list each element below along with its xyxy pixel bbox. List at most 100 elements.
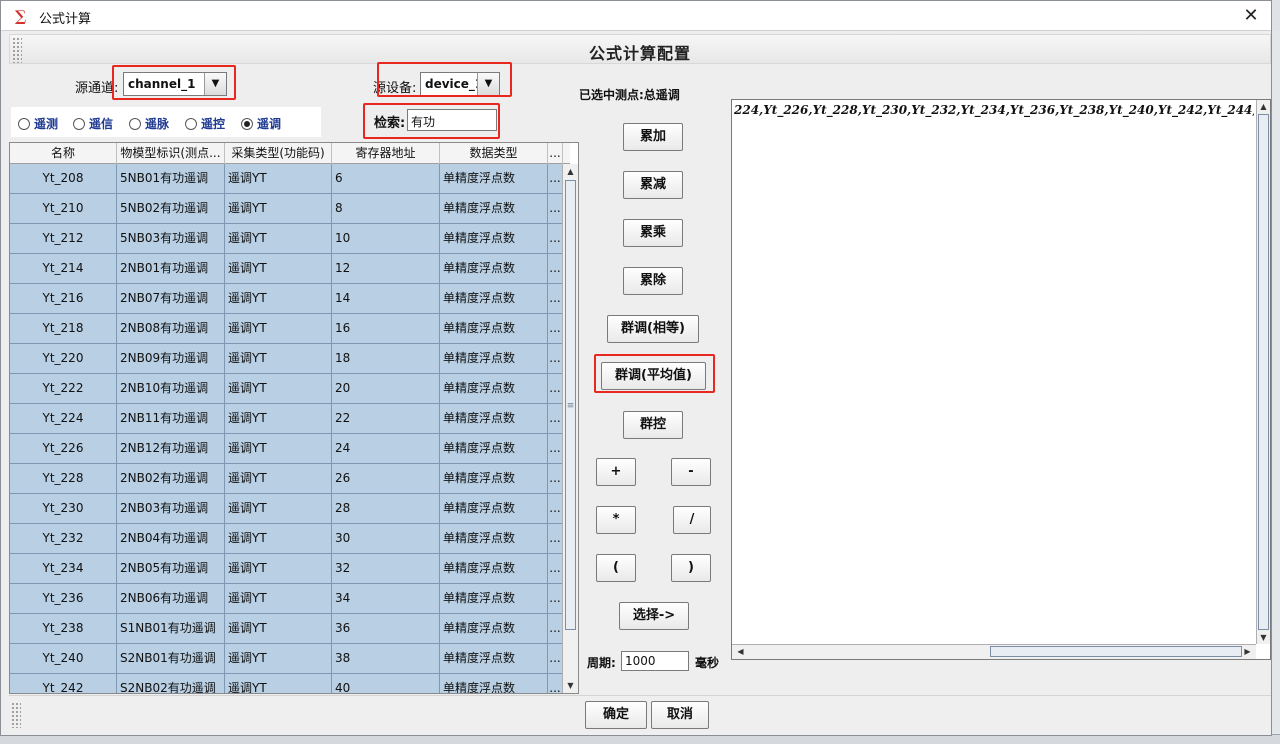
drag-grip-icon[interactable] xyxy=(11,702,21,728)
device-select[interactable]: device_1 ▼ xyxy=(420,72,500,96)
table-row[interactable]: Yt_242 S2NB02有功遥调 遥调YT 40 单精度浮点数... xyxy=(10,674,563,693)
cell-name: Yt_240 xyxy=(10,644,117,674)
accumulate-divide-button[interactable]: 累除 xyxy=(623,267,683,295)
group-adjust-equal-button[interactable]: 群调(相等) xyxy=(607,315,699,343)
formula-horizontal-scrollbar[interactable]: ◀ ▶ xyxy=(732,644,1256,659)
cell-collect-type: 遥调YT xyxy=(225,434,332,464)
column-header-more[interactable]: ... xyxy=(548,143,563,164)
cell-collect-type: 遥调YT xyxy=(225,494,332,524)
accumulate-subtract-button[interactable]: 累减 xyxy=(623,171,683,199)
table-scrollbar[interactable]: ▲ ▼ xyxy=(562,164,578,693)
cancel-button[interactable]: 取消 xyxy=(651,701,709,729)
chevron-down-icon[interactable]: ▼ xyxy=(204,73,226,95)
cell-register-address: 40 xyxy=(332,674,440,693)
cell-more: ... xyxy=(548,284,563,314)
table-row[interactable]: Yt_232 2NB04有功遥调 遥调YT 30 单精度浮点数... xyxy=(10,524,563,554)
cell-register-address: 38 xyxy=(332,644,440,674)
multiply-button[interactable]: * xyxy=(596,506,636,534)
scrollbar-thumb[interactable] xyxy=(1258,114,1269,630)
channel-label: 源通道: xyxy=(75,81,119,96)
scroll-down-icon[interactable]: ▼ xyxy=(1257,631,1270,644)
scrollbar-thumb[interactable] xyxy=(990,646,1242,657)
minus-button[interactable]: - xyxy=(671,458,711,486)
chevron-down-icon[interactable]: ▼ xyxy=(477,73,499,95)
formula-text[interactable]: 224,Yt_226,Yt_228,Yt_230,Yt_232,Yt_234,Y… xyxy=(734,103,1254,117)
plus-button[interactable]: + xyxy=(596,458,636,486)
cell-collect-type: 遥调YT xyxy=(225,554,332,584)
divide-button[interactable]: / xyxy=(673,506,711,534)
radio-yaokong[interactable]: 遥控 xyxy=(185,115,225,132)
column-header-collect-type[interactable]: 采集类型(功能码) xyxy=(225,143,332,164)
table-row[interactable]: Yt_224 2NB11有功遥调 遥调YT 22 单精度浮点数... xyxy=(10,404,563,434)
scroll-right-icon[interactable]: ▶ xyxy=(1241,645,1254,658)
channel-select-value: channel_1 xyxy=(128,77,196,91)
select-button[interactable]: 选择-> xyxy=(619,602,689,630)
cell-name: Yt_230 xyxy=(10,494,117,524)
cell-name: Yt_226 xyxy=(10,434,117,464)
table-row[interactable]: Yt_226 2NB12有功遥调 遥调YT 24 单精度浮点数... xyxy=(10,434,563,464)
column-header-model-id[interactable]: 物模型标识(测点... xyxy=(117,143,225,164)
cell-more: ... xyxy=(548,314,563,344)
formula-vertical-scrollbar[interactable]: ▲ ▼ xyxy=(1256,100,1270,644)
channel-select[interactable]: channel_1 ▼ xyxy=(123,72,227,96)
cell-model-id: 2NB05有功遥调 xyxy=(117,554,225,584)
cell-more: ... xyxy=(548,224,563,254)
scroll-left-icon[interactable]: ◀ xyxy=(734,645,747,658)
radio-yaoxin[interactable]: 遥信 xyxy=(73,115,113,132)
group-control-button[interactable]: 群控 xyxy=(623,411,683,439)
table-row[interactable]: Yt_218 2NB08有功遥调 遥调YT 16 单精度浮点数... xyxy=(10,314,563,344)
cell-model-id: 5NB02有功遥调 xyxy=(117,194,225,224)
left-paren-button[interactable]: ( xyxy=(596,554,636,582)
table-row[interactable]: Yt_240 S2NB01有功遥调 遥调YT 38 单精度浮点数... xyxy=(10,644,563,674)
accumulate-multiply-button[interactable]: 累乘 xyxy=(623,219,683,247)
search-label: 检索: xyxy=(374,116,406,131)
table-row[interactable]: Yt_208 5NB01有功遥调 遥调YT 6 单精度浮点数... xyxy=(10,164,563,194)
table-row[interactable]: Yt_210 5NB02有功遥调 遥调YT 8 单精度浮点数... xyxy=(10,194,563,224)
radio-circle-icon xyxy=(73,118,85,130)
cell-data-type: 单精度浮点数 xyxy=(440,464,548,494)
cell-model-id: 2NB12有功遥调 xyxy=(117,434,225,464)
table-row[interactable]: Yt_212 5NB03有功遥调 遥调YT 10 单精度浮点数... xyxy=(10,224,563,254)
cell-data-type: 单精度浮点数 xyxy=(440,254,548,284)
close-icon[interactable]: ✕ xyxy=(1239,4,1263,28)
radio-yaomai[interactable]: 遥脉 xyxy=(129,115,169,132)
scroll-down-icon[interactable]: ▼ xyxy=(563,678,578,693)
cell-collect-type: 遥调YT xyxy=(225,524,332,554)
scroll-up-icon[interactable]: ▲ xyxy=(563,164,578,180)
scrollbar-thumb[interactable] xyxy=(565,180,576,630)
radio-yaotiao[interactable]: 遥调 xyxy=(241,115,281,132)
right-paren-button[interactable]: ) xyxy=(671,554,711,582)
search-input[interactable]: 有功 xyxy=(407,109,497,131)
scroll-up-icon[interactable]: ▲ xyxy=(1257,100,1270,113)
selected-point-label: 已选中测点:总遥调 xyxy=(579,88,680,102)
period-input[interactable]: 1000 xyxy=(621,651,689,671)
table-row[interactable]: Yt_222 2NB10有功遥调 遥调YT 20 单精度浮点数... xyxy=(10,374,563,404)
cell-name: Yt_236 xyxy=(10,584,117,614)
ok-button[interactable]: 确定 xyxy=(585,701,647,729)
table-row[interactable]: Yt_230 2NB03有功遥调 遥调YT 28 单精度浮点数... xyxy=(10,494,563,524)
column-header-data-type[interactable]: 数据类型 xyxy=(440,143,548,164)
cell-register-address: 22 xyxy=(332,404,440,434)
cell-data-type: 单精度浮点数 xyxy=(440,554,548,584)
cell-model-id: S2NB02有功遥调 xyxy=(117,674,225,693)
table-row[interactable]: Yt_234 2NB05有功遥调 遥调YT 32 单精度浮点数... xyxy=(10,554,563,584)
cell-register-address: 36 xyxy=(332,614,440,644)
table-row[interactable]: Yt_220 2NB09有功遥调 遥调YT 18 单精度浮点数... xyxy=(10,344,563,374)
table-row[interactable]: Yt_216 2NB07有功遥调 遥调YT 14 单精度浮点数... xyxy=(10,284,563,314)
cell-data-type: 单精度浮点数 xyxy=(440,374,548,404)
radio-yaoce[interactable]: 遥测 xyxy=(18,115,58,132)
table-row[interactable]: Yt_214 2NB01有功遥调 遥调YT 12 单精度浮点数... xyxy=(10,254,563,284)
table-row[interactable]: Yt_236 2NB06有功遥调 遥调YT 34 单精度浮点数... xyxy=(10,584,563,614)
cell-register-address: 10 xyxy=(332,224,440,254)
column-header-register-address[interactable]: 寄存器地址 xyxy=(332,143,440,164)
formula-textarea[interactable]: 224,Yt_226,Yt_228,Yt_230,Yt_232,Yt_234,Y… xyxy=(731,99,1271,660)
table-row[interactable]: Yt_228 2NB02有功遥调 遥调YT 26 单精度浮点数... xyxy=(10,464,563,494)
accumulate-add-button[interactable]: 累加 xyxy=(623,123,683,151)
group-adjust-average-button[interactable]: 群调(平均值) xyxy=(601,362,706,390)
column-header-name[interactable]: 名称 xyxy=(10,143,117,164)
cell-more: ... xyxy=(548,644,563,674)
table-row[interactable]: Yt_238 S1NB01有功遥调 遥调YT 36 单精度浮点数... xyxy=(10,614,563,644)
cell-collect-type: 遥调YT xyxy=(225,314,332,344)
cell-name: Yt_224 xyxy=(10,404,117,434)
cell-collect-type: 遥调YT xyxy=(225,374,332,404)
